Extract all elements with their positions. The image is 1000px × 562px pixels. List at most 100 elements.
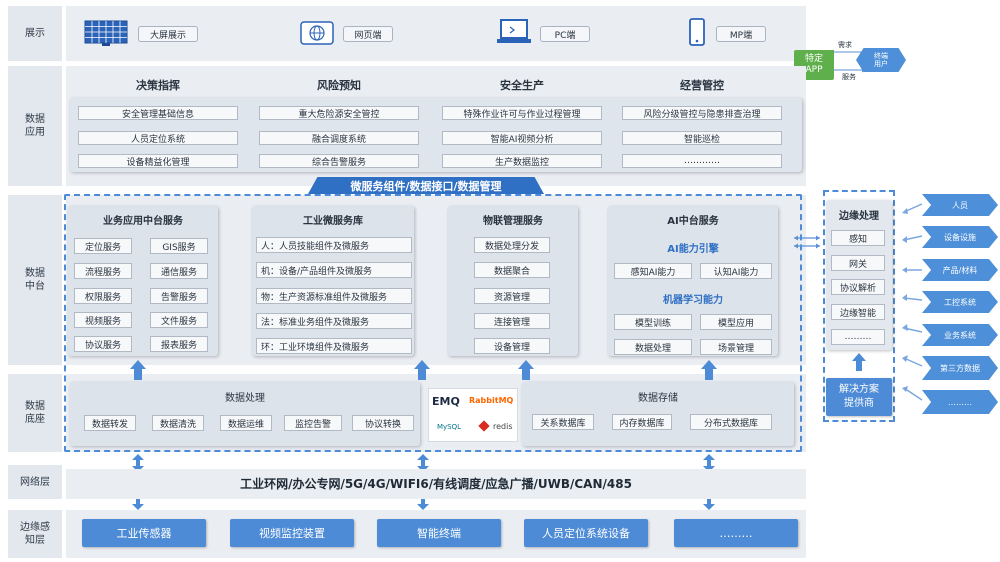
ml-scene-mgmt[interactable]: 场景管理 — [700, 339, 772, 355]
app-item-smart-patrol[interactable]: 智能巡检 — [622, 131, 782, 145]
app-item-more[interactable]: ………… — [622, 154, 782, 168]
processing-monitor-alarm[interactable]: 监控告警 — [284, 415, 342, 431]
app-item-fusion-dispatch[interactable]: 融合调度系统 — [259, 131, 419, 145]
mysql-logo: MySQL — [437, 423, 462, 431]
display-item-pc[interactable]: PC端 — [540, 26, 590, 42]
service-workflow[interactable]: 流程服务 — [74, 263, 132, 279]
edge-smart-terminal[interactable]: 智能终端 — [377, 519, 501, 547]
edge-link-arrows — [790, 232, 824, 257]
up-arrows-middle — [66, 358, 806, 382]
service-video[interactable]: 视频服务 — [74, 312, 132, 328]
solution-provider[interactable]: 解决方案 提供商 — [826, 378, 892, 416]
service-file[interactable]: 文件服务 — [150, 312, 208, 328]
ml-label: 机器学习能力 — [663, 295, 723, 306]
ml-application[interactable]: 模型应用 — [700, 314, 772, 330]
emq-logo: EMQ — [432, 395, 460, 408]
laptop-icon — [496, 18, 532, 50]
source-personnel[interactable]: 人员 — [922, 194, 998, 216]
edge-more[interactable]: ……… — [831, 329, 885, 345]
data-processing-title: 数据处理 — [225, 393, 265, 404]
iot-resource-mgmt[interactable]: 资源管理 — [474, 288, 550, 304]
iot-data-distribution[interactable]: 数据处理分发 — [474, 237, 550, 253]
edge-protocol-parse[interactable]: 协议解析 — [831, 279, 885, 295]
edge-personnel-positioning[interactable]: 人员定位系统设备 — [524, 519, 648, 547]
edge-industrial-sensor[interactable]: 工业传感器 — [82, 519, 206, 547]
industrial-environment[interactable]: 环：工业环境组件及微服务 — [256, 338, 412, 354]
source-third-party[interactable]: 第三方数据 — [922, 356, 998, 380]
industrial-people[interactable]: 人：人员技能组件及微服务 — [256, 237, 412, 253]
storage-distributed[interactable]: 分布式数据库 — [690, 414, 772, 430]
app-item-hazard-control[interactable]: 重大危险源安全管控 — [259, 106, 419, 120]
processing-protocol-convert[interactable]: 协议转换 — [352, 415, 414, 431]
business-service-panel — [68, 206, 218, 356]
storage-relational[interactable]: 关系数据库 — [532, 414, 594, 430]
app-item-alarm-service[interactable]: 综合告警服务 — [259, 154, 419, 168]
monitor-grid-icon — [84, 20, 128, 50]
phone-icon — [688, 18, 706, 50]
app-item-special-work[interactable]: 特殊作业许可与作业过程管理 — [442, 106, 602, 120]
iot-data-aggregation[interactable]: 数据聚合 — [474, 262, 550, 278]
iot-device-mgmt[interactable]: 设备管理 — [474, 338, 550, 354]
layer-label-edge: 边缘感 知层 — [8, 510, 62, 558]
display-item-web[interactable]: 网页端 — [343, 26, 393, 42]
redis-logo: redis — [493, 422, 513, 431]
app-item-production-monitor[interactable]: 生产数据监控 — [442, 154, 602, 168]
iot-connection-mgmt[interactable]: 连接管理 — [474, 313, 550, 329]
ai-panel — [608, 206, 778, 356]
app-header-operation: 经营管控 — [680, 79, 724, 92]
service-protocol[interactable]: 协议服务 — [74, 336, 132, 352]
source-business-system[interactable]: 业务系统 — [922, 324, 998, 346]
display-item-mp[interactable]: MP端 — [716, 26, 766, 42]
edge-perception[interactable]: 感知 — [831, 230, 885, 246]
processing-cleaning[interactable]: 数据清洗 — [152, 415, 204, 431]
edge-intelligence[interactable]: 边缘智能 — [831, 304, 885, 320]
edge-video-monitor[interactable]: 视频监控装置 — [230, 519, 354, 547]
service-report[interactable]: 报表服务 — [150, 336, 208, 352]
ai-cognition[interactable]: 认知AI能力 — [700, 263, 772, 279]
service-communication[interactable]: 通信服务 — [150, 263, 208, 279]
ai-perception[interactable]: 感知AI能力 — [614, 263, 692, 279]
source-products[interactable]: 产品/材料 — [922, 259, 998, 281]
processing-forward[interactable]: 数据转发 — [84, 415, 136, 431]
ml-training[interactable]: 模型训练 — [614, 314, 692, 330]
industrial-method[interactable]: 法：标准业务组件及微服务 — [256, 313, 412, 329]
external-user[interactable]: 终端 用户 — [856, 48, 906, 72]
industrial-machine[interactable]: 机：设备/产品组件及微服务 — [256, 262, 412, 278]
industrial-library-panel — [252, 206, 414, 356]
app-item-ai-video[interactable]: 智能AI视频分析 — [442, 131, 602, 145]
microservice-banner: 微服务组件/数据接口/数据管理 — [308, 177, 544, 194]
display-item-big-screen[interactable]: 大屏展示 — [138, 26, 198, 42]
app-item-safety-basic[interactable]: 安全管理基础信息 — [78, 106, 238, 120]
service-location[interactable]: 定位服务 — [74, 238, 132, 254]
edge-up-arrow — [852, 352, 866, 376]
industrial-library-title: 工业微服务库 — [303, 216, 363, 227]
app-item-equipment-mgmt[interactable]: 设备精益化管理 — [78, 154, 238, 168]
request-label: 需求 — [838, 41, 852, 49]
network-text: 工业环网/办公专网/5G/4G/WIFI6/有线调度/应急广播/UWB/CAN/… — [240, 477, 632, 491]
industrial-material[interactable]: 物：生产资源标准组件及微服务 — [256, 288, 412, 304]
app-item-risk-grading[interactable]: 风险分级管控与隐患排查治理 — [622, 106, 782, 120]
layer-label-data-base: 数据 底座 — [8, 374, 62, 452]
ml-data-processing[interactable]: 数据处理 — [614, 339, 692, 355]
source-more[interactable]: ……… — [922, 390, 998, 414]
source-equipment[interactable]: 设备设施 — [922, 226, 998, 248]
source-industrial-control[interactable]: 工控系统 — [922, 291, 998, 313]
storage-memory[interactable]: 内存数据库 — [612, 414, 672, 430]
data-storage-title: 数据存储 — [638, 393, 678, 404]
app-header-safety: 安全生产 — [500, 79, 544, 92]
service-permission[interactable]: 权限服务 — [74, 288, 132, 304]
layer-label-display: 展示 — [8, 6, 62, 61]
processing-ops[interactable]: 数据运维 — [220, 415, 272, 431]
ai-engine-label: AI能力引擎 — [667, 244, 719, 255]
globe-icon — [300, 21, 334, 49]
service-gis[interactable]: GIS服务 — [150, 238, 208, 254]
iot-title: 物联管理服务 — [483, 216, 543, 227]
layer-label-data-app: 数据 应用 — [8, 66, 62, 186]
app-item-personnel-location[interactable]: 人员定位系统 — [78, 131, 238, 145]
edge-layer-more[interactable]: ……… — [674, 519, 798, 547]
layer-label-data-middle: 数据 中台 — [8, 195, 62, 365]
service-alarm[interactable]: 告警服务 — [150, 288, 208, 304]
edge-gateway[interactable]: 网关 — [831, 255, 885, 271]
business-service-title: 业务应用中台服务 — [103, 216, 183, 227]
redis-icon — [478, 420, 490, 432]
